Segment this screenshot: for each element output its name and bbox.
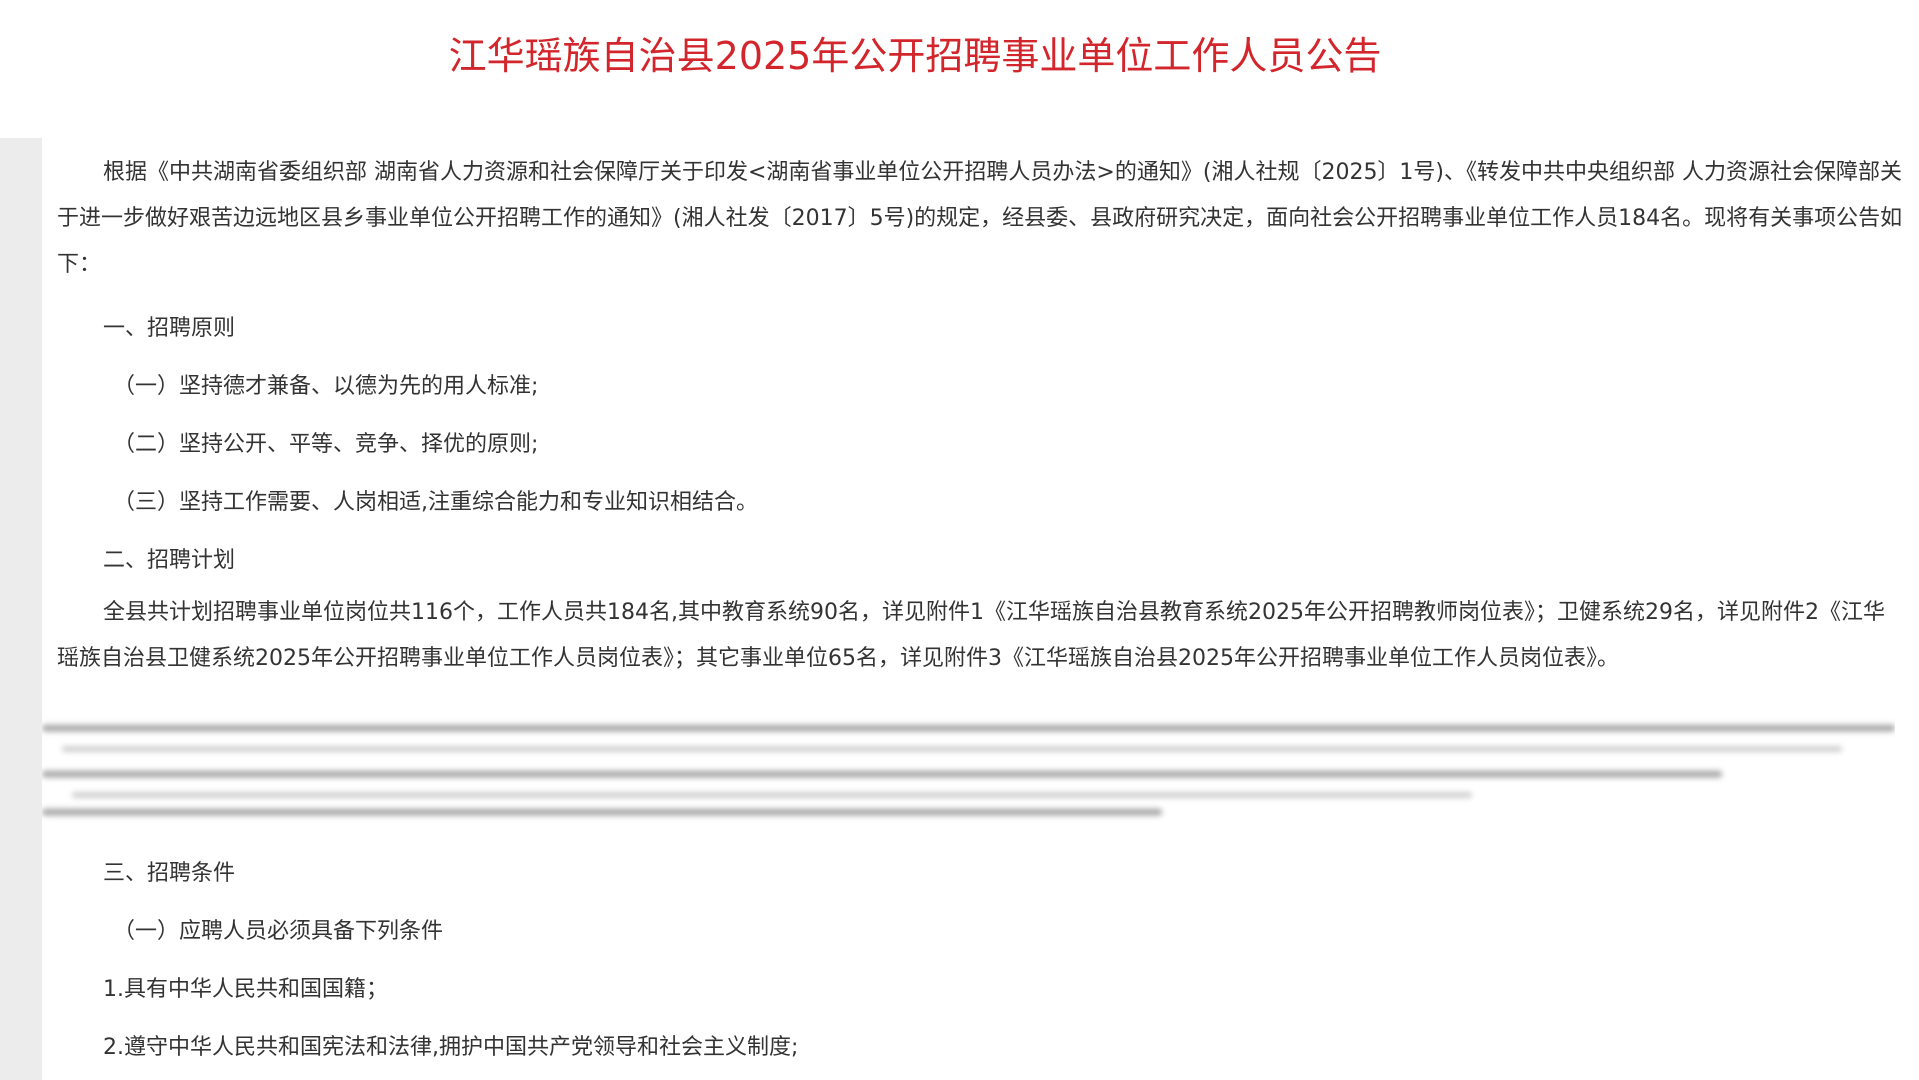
left-gutter bbox=[0, 138, 42, 1080]
section-heading-conditions: 三、招聘条件 bbox=[103, 861, 236, 886]
condition-item: 1.具有中华人民共和国国籍； bbox=[103, 977, 388, 1002]
document-body-continued: 三、招聘条件 （一）应聘人员必须具备下列条件 1.具有中华人民共和国国籍； 2.… bbox=[57, 845, 1903, 1077]
blur-stripe bbox=[72, 791, 1472, 799]
redacted-blurred-area bbox=[42, 705, 1895, 825]
blur-stripe bbox=[42, 723, 1895, 733]
page: 江华瑶族自治县2025年公开招聘事业单位工作人员公告 根据《中共湖南省委组织部 … bbox=[0, 0, 1919, 1080]
blur-stripe bbox=[42, 769, 1722, 779]
principle-item: （三）坚持工作需要、人岗相适,注重综合能力和专业知识相结合。 bbox=[113, 490, 758, 515]
section-heading-principles: 一、招聘原则 bbox=[103, 316, 236, 341]
principle-item: （一）坚持德才兼备、以德为先的用人标准; bbox=[113, 374, 539, 399]
blur-stripe bbox=[42, 807, 1162, 817]
document-body: 根据《中共湖南省委组织部 湖南省人力资源和社会保障厅关于印发<湖南省事业单位公开… bbox=[57, 150, 1903, 682]
document-title: 江华瑶族自治县2025年公开招聘事业单位工作人员公告 bbox=[448, 34, 1382, 78]
section-heading-plan: 二、招聘计划 bbox=[103, 548, 236, 573]
intro-paragraph: 根据《中共湖南省委组织部 湖南省人力资源和社会保障厅关于印发<湖南省事业单位公开… bbox=[57, 160, 1903, 277]
blur-stripe bbox=[62, 745, 1842, 753]
plan-paragraph: 全县共计划招聘事业单位岗位共116个，工作人员共184名,其中教育系统90名，详… bbox=[57, 600, 1885, 671]
principle-item: （二）坚持公开、平等、竞争、择优的原则; bbox=[113, 432, 539, 457]
condition-subheading: （一）应聘人员必须具备下列条件 bbox=[113, 919, 444, 944]
condition-item: 2.遵守中华人民共和国宪法和法律,拥护中国共产党领导和社会主义制度; bbox=[103, 1035, 799, 1060]
